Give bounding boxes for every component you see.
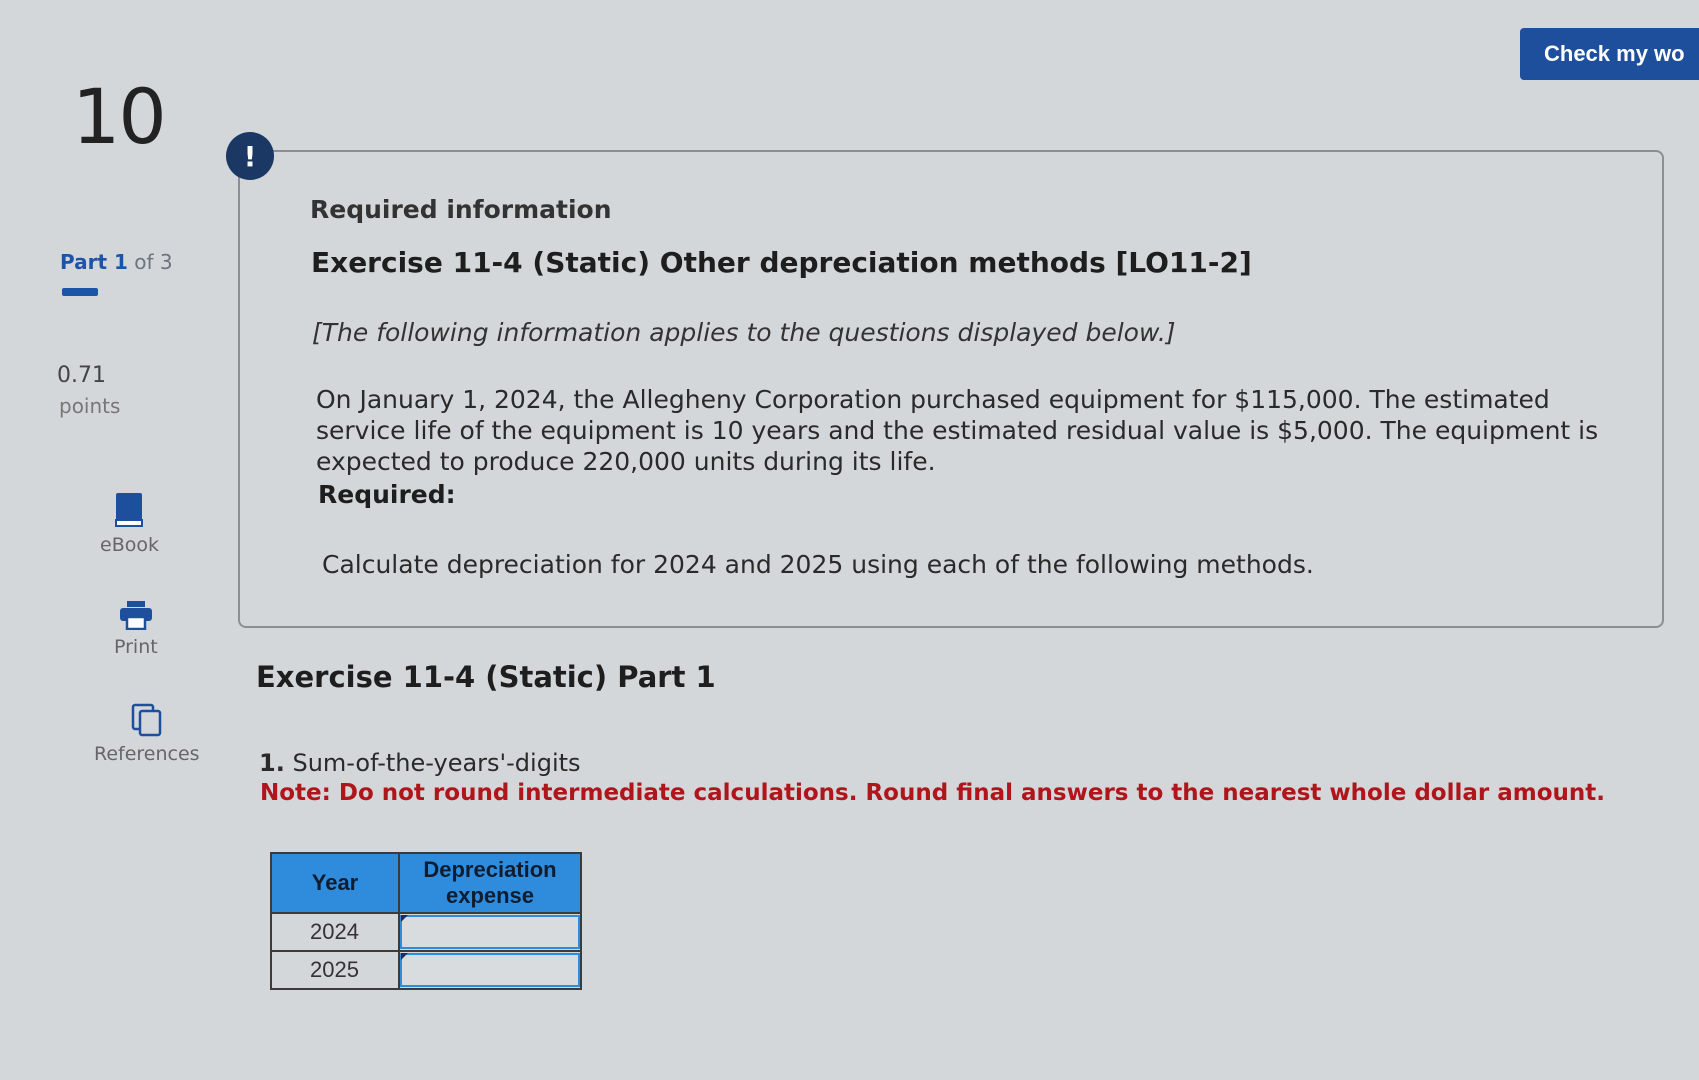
required-information-title: Required information	[310, 195, 612, 224]
rounding-note: Note: Do not round intermediate calculat…	[260, 780, 1605, 806]
part-progress-bar	[62, 288, 98, 296]
points-label: points	[59, 394, 121, 418]
input-marker-icon	[401, 953, 408, 960]
references-label: References	[94, 743, 200, 765]
year-cell: 2025	[270, 950, 400, 990]
question-item: 1. Sum-of-the-years'-digits	[259, 749, 581, 777]
year-header: Year	[270, 852, 400, 914]
ebook-button[interactable]: eBook	[100, 492, 159, 556]
item-number: 1.	[259, 749, 285, 777]
exercise-title: Exercise 11-4 (Static) Other depreciatio…	[311, 246, 1252, 279]
depreciation-2025-input[interactable]	[400, 953, 580, 987]
calculate-instruction: Calculate depreciation for 2024 and 2025…	[322, 550, 1314, 579]
depreciation-table: Year Depreciation expense 2024 2025	[270, 852, 582, 990]
depreciation-input-cell	[398, 950, 582, 990]
alert-icon: !	[226, 132, 274, 180]
book-icon	[115, 493, 144, 527]
depreciation-2024-input[interactable]	[400, 915, 580, 949]
check-my-work-button[interactable]: Check my wo	[1520, 28, 1699, 80]
table-row: 2024	[270, 912, 582, 952]
print-button[interactable]: Print	[114, 600, 158, 658]
input-marker-icon	[401, 915, 408, 922]
required-label: Required:	[318, 480, 456, 509]
references-button[interactable]: References	[94, 703, 200, 765]
print-label: Print	[114, 636, 158, 658]
year-cell: 2024	[270, 912, 400, 952]
part-current: 1	[114, 250, 128, 274]
table-row: 2025	[270, 950, 582, 990]
depreciation-input-cell	[398, 912, 582, 952]
depreciation-header: Depreciation expense	[398, 852, 582, 914]
ebook-label: eBook	[100, 534, 159, 556]
question-number: 10	[72, 72, 167, 161]
item-text: Sum-of-the-years'-digits	[292, 749, 581, 777]
points-value: 0.71	[57, 363, 106, 388]
part-title: Exercise 11-4 (Static) Part 1	[256, 660, 716, 694]
problem-paragraph: On January 1, 2024, the Allegheny Corpor…	[316, 385, 1599, 476]
part-indicator: Part 1 of 3	[60, 250, 173, 274]
references-icon	[131, 703, 162, 737]
printer-icon	[119, 601, 152, 630]
applies-note: [The following information applies to th…	[312, 318, 1176, 347]
part-prefix: Part	[60, 250, 108, 274]
part-suffix: of 3	[134, 250, 173, 274]
